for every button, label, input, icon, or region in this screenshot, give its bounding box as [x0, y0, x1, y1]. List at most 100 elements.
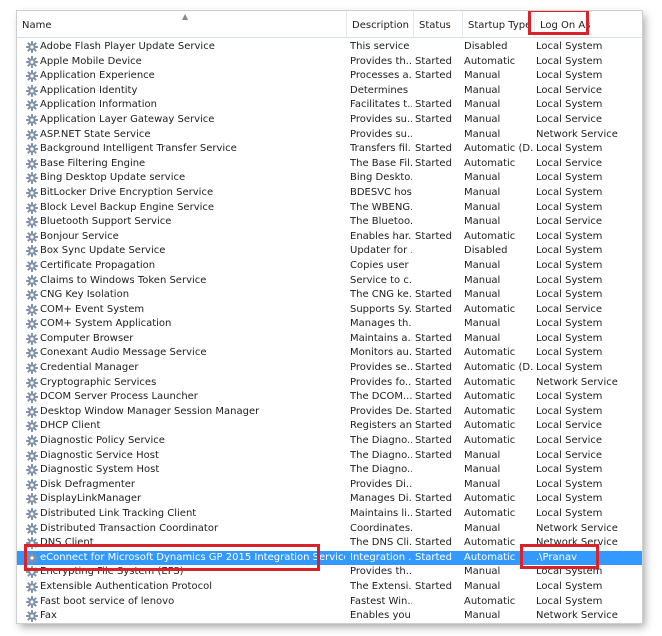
- service-name: Extensible Authentication Protocol: [40, 580, 212, 592]
- service-row[interactable]: Block Level Backup Engine Service The WBE…: [17, 201, 642, 216]
- service-status: [415, 244, 461, 259]
- service-description: Registers an...: [350, 420, 412, 432]
- service-row[interactable]: Encrypting File System (EFS) Provides th.…: [17, 565, 642, 580]
- service-startup-type: Automatic: [464, 551, 516, 563]
- column-header-name[interactable]: Name ▲: [17, 11, 347, 37]
- gear-icon: [26, 537, 38, 550]
- service-row[interactable]: DNS Client The DNS Cli... Started Automatic…: [17, 536, 642, 551]
- service-row[interactable]: Application Layer Gateway Service Provide…: [17, 113, 642, 128]
- service-row[interactable]: Distributed Link Tracking Client Maintain…: [17, 507, 642, 522]
- service-name: Diagnostic Policy Service: [40, 435, 165, 447]
- service-row[interactable]: Fax Enables you... Manual Network Service: [17, 609, 642, 623]
- service-log-on-as: Local System: [536, 391, 603, 403]
- gear-icon: [26, 201, 38, 214]
- service-name: Apple Mobile Device: [40, 55, 142, 67]
- service-startup-type: Automatic: [464, 391, 516, 403]
- service-status: [415, 274, 461, 289]
- gear-icon: [26, 186, 38, 199]
- service-description: The Diagno...: [350, 435, 412, 447]
- service-log-on-as: Local System: [536, 347, 603, 359]
- service-status: Started: [415, 362, 452, 374]
- service-row[interactable]: COM+ System Application Manages th... Manu…: [17, 317, 642, 332]
- service-status: Started: [415, 391, 452, 403]
- service-description: Transfers fil...: [350, 143, 412, 155]
- service-status: Started: [415, 347, 452, 359]
- service-row[interactable]: Box Sync Update Service Updater for ... Di…: [17, 244, 642, 259]
- service-name: DNS Client: [40, 537, 94, 549]
- service-row[interactable]: ASP.NET State Service Provides su... Manua…: [17, 128, 642, 143]
- service-startup-type: Manual: [464, 289, 501, 301]
- service-status: [415, 84, 461, 99]
- service-name: Encrypting File System (EFS): [40, 566, 184, 578]
- service-description: The DNS Cli...: [350, 537, 412, 549]
- service-row[interactable]: Extensible Authentication Protocol The Ex…: [17, 580, 642, 595]
- service-row[interactable]: Diagnostic Policy Service The Diagno... St…: [17, 434, 642, 449]
- service-startup-type: Manual: [464, 522, 501, 534]
- service-row[interactable]: BitLocker Drive Encryption Service BDESVC…: [17, 186, 642, 201]
- service-row[interactable]: Computer Browser Maintains a... Started Man…: [17, 332, 642, 347]
- service-description: Provides De...: [350, 405, 412, 417]
- service-row[interactable]: Base Filtering Engine The Base Fil...Star…: [17, 157, 642, 172]
- service-log-on-as: Local System: [536, 55, 603, 67]
- service-row[interactable]: Credential Manager Provides se... Started A…: [17, 361, 642, 376]
- service-startup-type: Manual: [464, 464, 501, 476]
- service-status: Started: [415, 289, 452, 301]
- gear-icon: [26, 420, 38, 433]
- service-row[interactable]: Apple Mobile Device Provides th... Started…: [17, 55, 642, 70]
- service-row[interactable]: CNG Key Isolation The CNG ke... Started Man…: [17, 288, 642, 303]
- service-row[interactable]: Certificate Propagation Copies user ... Ma…: [17, 259, 642, 274]
- column-header-status[interactable]: Status: [414, 11, 463, 37]
- service-row[interactable]: Application Information Facilitates t... S…: [17, 98, 642, 113]
- service-row[interactable]: DisplayLinkManager Manages Di... Started Au…: [17, 492, 642, 507]
- service-startup-type: Manual: [464, 580, 501, 592]
- service-status: Started: [415, 303, 452, 315]
- service-row[interactable]: Conexant Audio Message Service Monitors a…: [17, 346, 642, 361]
- service-row[interactable]: Claims to Windows Token Service Service t…: [17, 274, 642, 289]
- sort-ascending-icon: ▲: [182, 12, 189, 21]
- service-startup-type: Manual: [464, 610, 501, 622]
- service-row[interactable]: Fast boot service of lenovo Fastest Win..…: [17, 595, 642, 610]
- service-row[interactable]: DCOM Server Process Launcher The DCOM... S…: [17, 390, 642, 405]
- service-description: Manages th...: [350, 318, 412, 330]
- service-status: Started: [415, 420, 452, 432]
- service-row[interactable]: Distributed Transaction Coordinator Coord…: [17, 522, 642, 537]
- gear-icon: [26, 245, 38, 258]
- service-name: Bing Desktop Update service: [40, 172, 186, 184]
- column-header-log-on-as[interactable]: Log On As: [535, 11, 642, 37]
- service-row-selected[interactable]: eConnect for Microsoft Dynamics GP 2015 …: [17, 550, 642, 566]
- service-name: Distributed Transaction Coordinator: [40, 522, 219, 534]
- service-name: Base Filtering Engine: [40, 157, 146, 169]
- service-row[interactable]: Background Intelligent Transfer Service T…: [17, 142, 642, 157]
- service-description: Provides se...: [350, 362, 412, 374]
- column-header-startup-type[interactable]: Startup Type: [463, 11, 535, 37]
- service-startup-type: Manual: [464, 318, 501, 330]
- service-row[interactable]: Application Experience Processes a... Star…: [17, 69, 642, 84]
- service-name: Box Sync Update Service: [40, 245, 166, 257]
- service-row[interactable]: DHCP Client Registers an...Started Automat…: [17, 419, 642, 434]
- service-log-on-as: Local System: [536, 595, 603, 607]
- service-log-on-as: Network Service: [536, 128, 618, 140]
- gear-icon: [26, 478, 38, 491]
- service-row[interactable]: Bing Desktop Update service Bing Deskto..…: [17, 171, 642, 186]
- service-row[interactable]: Cryptographic Services Provides fo... Star…: [17, 376, 642, 391]
- gear-icon: [26, 84, 38, 97]
- service-row[interactable]: Disk Defragmenter Provides Di... Manual Loc…: [17, 478, 642, 493]
- service-log-on-as: .\Pranav: [536, 551, 578, 563]
- gear-icon: [26, 113, 38, 126]
- service-row[interactable]: Diagnostic System Host The Diagno... Manua…: [17, 463, 642, 478]
- service-status: [415, 609, 461, 623]
- service-row[interactable]: Bluetooth Support Service The Bluetoo... M…: [17, 215, 642, 230]
- service-row[interactable]: Adobe Flash Player Update Service This se…: [17, 40, 642, 55]
- service-startup-type: Automatic: [464, 157, 516, 169]
- service-row[interactable]: COM+ Event System Supports Sy... Started Au…: [17, 303, 642, 318]
- column-header-description[interactable]: Description: [347, 11, 414, 37]
- column-header-log-on-as-label: Log On As: [540, 20, 591, 31]
- service-startup-type: Automatic: [464, 435, 516, 447]
- service-row[interactable]: Bonjour Service Enables har... Started Auto…: [17, 230, 642, 245]
- service-row[interactable]: Desktop Window Manager Session Manager Pr…: [17, 405, 642, 420]
- gear-icon: [26, 391, 38, 404]
- service-description: Bing Deskto...: [350, 172, 412, 184]
- gear-icon: [26, 303, 38, 316]
- service-row[interactable]: Application Identity Determines ... Manual…: [17, 84, 642, 99]
- service-row[interactable]: Diagnostic Service Host The Diagno... Star…: [17, 449, 642, 464]
